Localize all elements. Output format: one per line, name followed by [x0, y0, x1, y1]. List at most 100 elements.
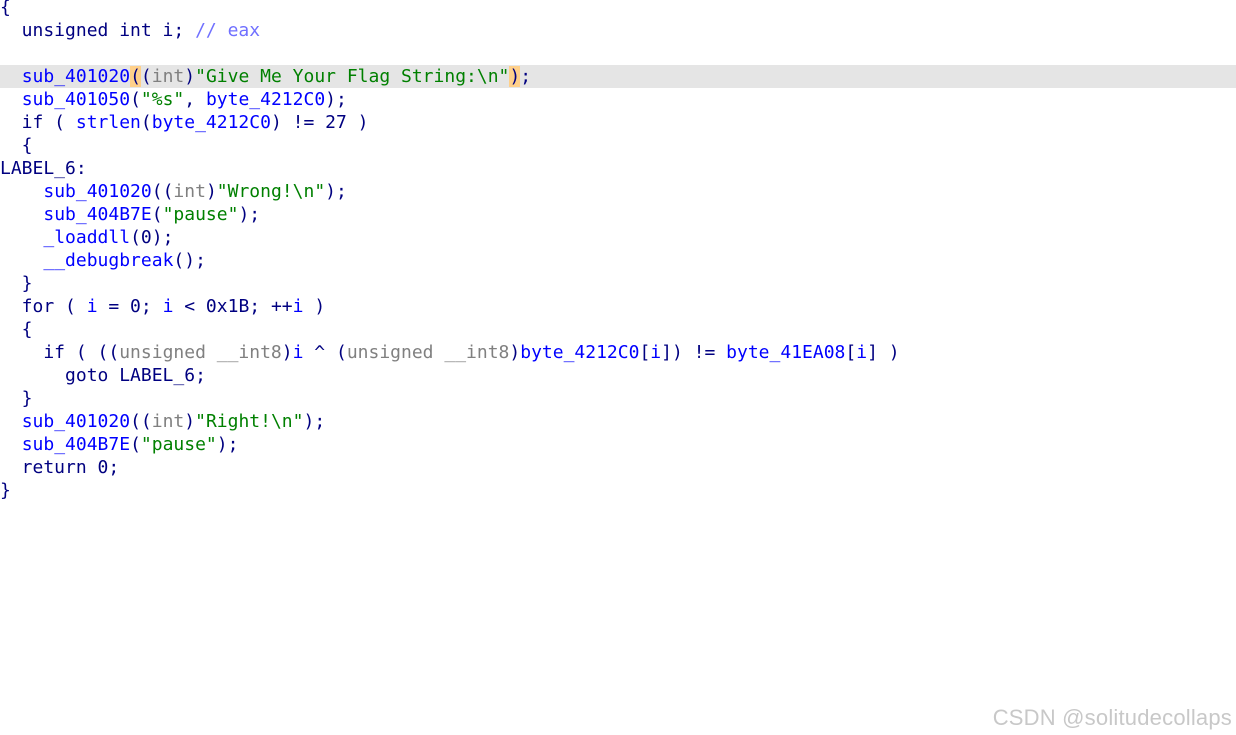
- code-token-plain: ;: [520, 66, 532, 87]
- code-token-func: byte_41EA08: [726, 342, 846, 363]
- code-line[interactable]: return 0;: [0, 456, 1236, 479]
- code-token-plain: (: [140, 66, 152, 87]
- code-token-plain: ): [184, 66, 196, 87]
- code-line[interactable]: _loaddll(0);: [0, 226, 1236, 249]
- code-line[interactable]: sub_401020((int)"Right!\n");: [0, 410, 1236, 433]
- code-token-func: byte_4212C0: [520, 342, 640, 363]
- code-token-plain: }: [0, 273, 33, 294]
- code-token-plain: ): [303, 296, 326, 317]
- code-token-plain: unsigned int i;: [0, 20, 196, 41]
- code-token-plain: );: [238, 204, 261, 225]
- code-line[interactable]: sub_401020((int)"Wrong!\n");: [0, 180, 1236, 203]
- code-token-func: byte_4212C0: [151, 112, 271, 133]
- code-token-plain: ): [509, 342, 521, 363]
- code-token-var: i: [292, 342, 304, 363]
- code-token-plain: (: [130, 434, 141, 455]
- code-token-type: int: [173, 181, 206, 202]
- code-token-plain: }: [0, 388, 33, 409]
- code-token-plain: ] ): [867, 342, 900, 363]
- code-token-plain: ((: [130, 411, 152, 432]
- code-token-label: LABEL_6:: [0, 158, 87, 179]
- code-line[interactable]: if ( ((unsigned __int8)i ^ (unsigned __i…: [0, 341, 1236, 364]
- code-line[interactable]: sub_401020((int)"Give Me Your Flag Strin…: [0, 65, 1236, 88]
- code-token-plain: {: [0, 0, 11, 18]
- code-line[interactable]: {: [0, 134, 1236, 157]
- code-token-plain: );: [303, 411, 326, 432]
- code-token-type: unsigned __int8: [119, 342, 282, 363]
- code-token-func: sub_401020: [43, 181, 152, 202]
- code-token-type: int: [151, 66, 185, 87]
- code-line[interactable]: {: [0, 318, 1236, 341]
- code-token-plain: [: [639, 342, 651, 363]
- code-token-plain: (0);: [130, 227, 174, 248]
- code-token-func: sub_401020: [21, 411, 131, 432]
- code-token-func: _loaddll: [43, 227, 131, 248]
- code-line[interactable]: LABEL_6:: [0, 157, 1236, 180]
- code-token-func: byte_4212C0: [205, 89, 326, 110]
- code-line[interactable]: if ( strlen(byte_4212C0) != 27 ): [0, 111, 1236, 134]
- pseudocode-view[interactable]: { unsigned int i; // eax sub_401020((int…: [0, 0, 1236, 735]
- code-token-plain: ): [205, 181, 217, 202]
- code-token-func: strlen: [75, 112, 141, 133]
- code-line[interactable]: }: [0, 272, 1236, 295]
- code-token-type: int: [151, 411, 185, 432]
- code-token-plain: < 0x1B; ++: [173, 296, 293, 317]
- code-line[interactable]: goto LABEL_6;: [0, 364, 1236, 387]
- code-token-plain: ();: [173, 250, 206, 271]
- code-token-plain: goto LABEL_6;: [0, 365, 206, 386]
- code-token-plain: if ( ((: [0, 342, 120, 363]
- code-token-str: "Give Me Your Flag String:\n": [195, 66, 510, 87]
- code-token-plain: ^ (: [303, 342, 347, 363]
- code-token-str: "pause": [162, 204, 239, 225]
- code-token-plain: ) != 27 ): [270, 112, 369, 133]
- code-token-plain: {: [0, 135, 33, 156]
- code-token-func: sub_404B7E: [43, 204, 152, 225]
- code-token-plain: {: [0, 319, 33, 340]
- code-token-str: "pause": [140, 434, 217, 455]
- code-line[interactable]: sub_404B7E("pause");: [0, 203, 1236, 226]
- code-token-func: __debugbreak: [43, 250, 174, 271]
- code-token-plain: );: [325, 181, 347, 202]
- code-token-var: i: [856, 342, 868, 363]
- code-token-paren-hl: ): [509, 66, 521, 87]
- code-token-func: sub_404B7E: [21, 434, 131, 455]
- code-token-type: unsigned __int8: [346, 342, 510, 363]
- code-token-var: i: [86, 296, 98, 317]
- code-token-plain: ((: [151, 181, 174, 202]
- code-line[interactable]: unsigned int i; // eax: [0, 19, 1236, 42]
- code-line[interactable]: __debugbreak();: [0, 249, 1236, 272]
- code-token-plain: for (: [0, 296, 87, 317]
- code-token-cmt: // eax: [195, 20, 261, 41]
- code-token-plain: = 0;: [97, 296, 163, 317]
- code-token-plain: if (: [0, 112, 76, 133]
- code-line[interactable]: sub_404B7E("pause");: [0, 433, 1236, 456]
- code-token-func: sub_401050: [21, 89, 131, 110]
- code-token-var: i: [292, 296, 304, 317]
- code-line[interactable]: sub_401050("%s", byte_4212C0);: [0, 88, 1236, 111]
- code-line[interactable]: [0, 42, 1236, 65]
- code-token-str: "Right!\n": [195, 411, 304, 432]
- code-line[interactable]: }: [0, 479, 1236, 502]
- code-token-plain: (: [140, 112, 152, 133]
- code-token-plain: (: [151, 204, 163, 225]
- code-token-plain: return 0;: [0, 457, 120, 478]
- code-line[interactable]: {: [0, 0, 1236, 19]
- code-token-paren-hl: (: [130, 66, 141, 87]
- code-token-plain: ]) !=: [661, 342, 727, 363]
- code-token-plain: }: [0, 480, 11, 501]
- code-line[interactable]: for ( i = 0; i < 0x1B; ++i ): [0, 295, 1236, 318]
- code-line[interactable]: }: [0, 387, 1236, 410]
- code-token-func: sub_401020: [21, 66, 131, 87]
- code-token-str: "%s": [140, 89, 185, 110]
- code-token-plain: ): [281, 342, 293, 363]
- watermark: CSDN @solitudecollaps: [992, 705, 1232, 730]
- code-token-str: "Wrong!\n": [216, 181, 326, 202]
